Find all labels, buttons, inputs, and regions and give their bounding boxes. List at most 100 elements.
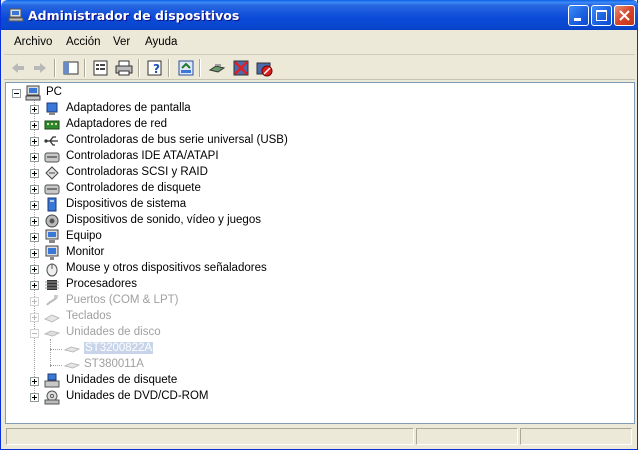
show-hide-tree-icon[interactable] [61,58,81,78]
expand-icon[interactable] [30,313,39,322]
tree-item-label: Teclados [66,310,112,322]
menu-bar: Archivo Acción Ver Ayuda [4,31,635,55]
tree-item[interactable]: Controladores de disquete [6,181,634,197]
scan-hardware-icon[interactable] [207,58,227,78]
tree-item[interactable]: Adaptadores de red [6,117,634,133]
maximize-icon [596,10,607,21]
tree-subitem[interactable]: ST380011A [6,357,634,373]
device-manager-icon [8,8,24,22]
tree-item-label: Procesadores [66,278,137,290]
toolbar-separator [138,59,140,77]
tree-item-label: Mouse y otros dispositivos señaladores [66,262,267,274]
tree-item[interactable]: Controladoras SCSI y RAID [6,165,634,181]
mouse-icon [46,263,58,277]
close-icon [619,10,630,21]
tree-item-label: Monitor [66,246,105,258]
tree-item[interactable]: Monitor [6,245,634,261]
properties-icon[interactable] [91,58,111,78]
disk-drive-icon [44,330,60,337]
network-adapter-icon [44,120,60,130]
toolbar-separator [54,59,56,77]
menu-ver[interactable]: Ver [113,36,130,48]
tree-item-label: Controladoras IDE ATA/ATAPI [66,150,219,162]
expand-icon[interactable] [30,297,39,306]
system-device-icon [47,197,57,212]
tree-item[interactable]: Puertos (COM & LPT) [6,293,634,309]
expand-icon[interactable] [30,281,39,290]
update-driver-icon[interactable] [176,58,196,78]
tree-subitem[interactable]: ST3200822A [6,341,634,357]
hard-disk-icon [64,362,80,369]
tree-item[interactable]: Teclados [6,309,634,325]
menu-ayuda[interactable]: Ayuda [145,36,177,48]
expand-icon[interactable] [30,121,39,130]
tree-root-row[interactable]: PC [6,85,634,101]
status-pane [6,428,414,445]
expand-icon[interactable] [30,393,39,402]
expand-icon[interactable] [30,201,39,210]
sound-icon [45,214,59,228]
expand-icon[interactable] [30,249,39,258]
tree-item[interactable]: Equipo [6,229,634,245]
collapse-icon[interactable] [30,329,39,338]
tree-item[interactable]: Adaptadores de pantalla [6,101,634,117]
window-title: Administrador de dispositivos [28,8,240,23]
computer-icon [45,229,59,243]
tree-item[interactable]: Unidades de DVD/CD-ROM [6,389,634,405]
title-bar[interactable]: Administrador de dispositivos [1,0,638,30]
disable-icon[interactable] [254,58,274,78]
expand-icon[interactable] [30,217,39,226]
port-icon [46,295,58,306]
tree-item[interactable]: Procesadores [6,277,634,293]
tree-item[interactable]: Dispositivos de sonido, vídeo y juegos [6,213,634,229]
tree-item-label: Controladoras SCSI y RAID [66,166,208,178]
tree-item-label: Equipo [66,230,102,242]
toolbar-separator [168,59,170,77]
collapse-icon[interactable] [12,89,21,98]
maximize-button[interactable] [591,5,612,26]
pc-icon [25,85,41,101]
scsi-icon [45,166,59,180]
tree-item[interactable]: Controladoras de bus serie universal (US… [6,133,634,149]
menu-accion[interactable]: Acción [66,36,101,48]
tree-item-label: Puertos (COM & LPT) [66,294,179,306]
expand-icon[interactable] [30,233,39,242]
keyboard-icon [44,314,60,323]
tree-root-label: PC [46,86,62,98]
ide-controller-icon [44,152,60,163]
tree-item[interactable]: Mouse y otros dispositivos señaladores [6,261,634,277]
toolbar-separator [84,59,86,77]
tree-subitem-label: ST380011A [84,358,144,370]
status-pane [520,428,632,445]
floppy-controller-icon [44,184,60,195]
device-tree[interactable]: PC Adaptadores de pantalla Adaptadores d… [5,82,635,424]
tree-item-label: Dispositivos de sonido, vídeo y juegos [66,214,261,226]
print-icon[interactable] [114,58,134,78]
tree-item[interactable]: Unidades de disquete [6,373,634,389]
status-pane [416,428,518,445]
expand-icon[interactable] [30,137,39,146]
device-manager-window: Administrador de dispositivos Archivo Ac… [0,0,638,450]
back-arrow-icon[interactable] [8,58,28,78]
expand-icon[interactable] [30,153,39,162]
close-button[interactable] [614,5,635,26]
tree-item[interactable]: Dispositivos de sistema [6,197,634,213]
expand-icon[interactable] [30,169,39,178]
tree-item-label: Dispositivos de sistema [66,198,187,210]
menu-archivo[interactable]: Archivo [14,36,52,48]
help-icon[interactable]: ? [145,58,165,78]
uninstall-icon[interactable] [231,58,251,78]
floppy-drive-icon [44,373,60,388]
expand-icon[interactable] [30,185,39,194]
tree-item[interactable]: Controladoras IDE ATA/ATAPI [6,149,634,165]
expand-icon[interactable] [30,105,39,114]
tree-item[interactable]: Unidades de disco [6,325,634,341]
expand-icon[interactable] [30,265,39,274]
minimize-button[interactable] [568,5,589,26]
forward-arrow-icon[interactable] [30,58,50,78]
dvd-drive-icon [44,390,60,405]
tree-item-label: Unidades de disco [66,326,161,338]
expand-icon[interactable] [30,377,39,386]
status-bar [4,426,635,446]
tree-item-label: Unidades de disquete [66,374,178,386]
